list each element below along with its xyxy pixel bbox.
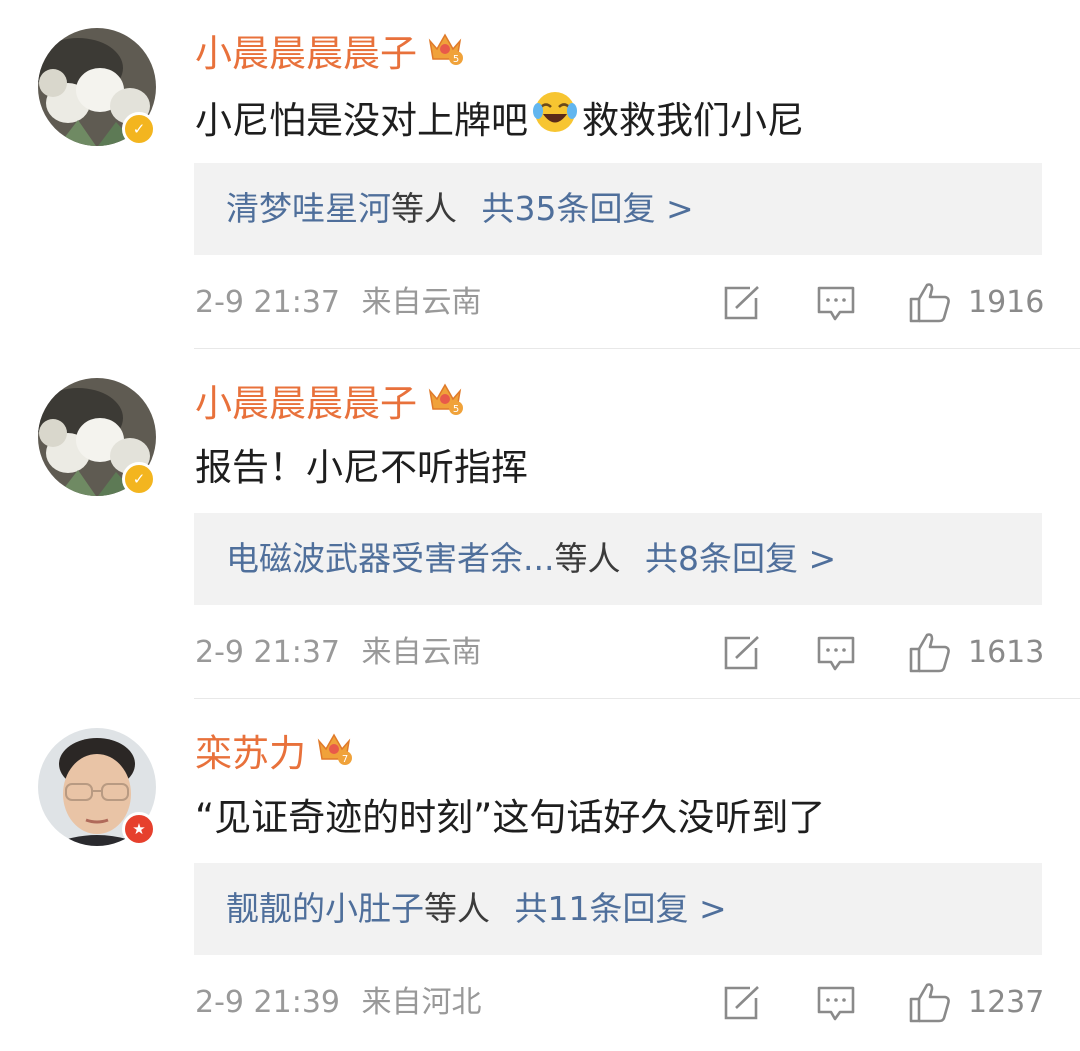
comment-meta: 2-9 21:39 来自河北 (195, 982, 482, 1024)
svg-text:7: 7 (342, 754, 348, 765)
reply-summary[interactable]: 清梦哇星河等人 共35条回复 > (194, 163, 1042, 255)
comment-time: 2-9 21:37 (195, 285, 340, 320)
like-icon[interactable] (908, 631, 952, 677)
comment-icon[interactable] (816, 984, 856, 1028)
like-icon[interactable] (908, 281, 952, 327)
comment-time: 2-9 21:39 (195, 985, 340, 1020)
svg-text:5: 5 (453, 54, 459, 65)
crown-vip-icon: 7 (314, 727, 354, 778)
reply-summary[interactable]: 靓靓的小肚子等人 共11条回复 > (194, 863, 1042, 955)
laugh-cry-emoji-icon (532, 89, 578, 148)
divider (194, 348, 1080, 349)
comment-location: 来自云南 (361, 635, 482, 670)
comment-location: 来自云南 (361, 285, 482, 320)
avatar[interactable]: ★ (38, 728, 156, 846)
comment-item: ★ 栾苏力 7 “见证奇迹的时刻”这句话好久没听到了 靓靓的小肚子等人 共11条… (0, 700, 1080, 1050)
avatar[interactable]: ✓ (38, 28, 156, 146)
reply-summary[interactable]: 电磁波武器受害者余...等人 共8条回复 > (194, 513, 1042, 605)
crown-vip-icon: 5 (425, 27, 465, 78)
comment-icon[interactable] (816, 634, 856, 678)
comment-text: 小尼怕是没对上牌吧 救救我们小尼 (195, 92, 804, 152)
avatar[interactable]: ✓ (38, 378, 156, 496)
comment-text: 报告！小尼不听指挥 (195, 446, 528, 489)
like-count: 1613 (968, 635, 1045, 670)
username[interactable]: 小晨晨晨晨子 5 (195, 380, 465, 431)
comment-location: 来自河北 (361, 985, 482, 1020)
comment-item: ✓ 小晨晨晨晨子 5 报告！小尼不听指挥 电磁波武器受害者余...等人 共8条回… (0, 350, 1080, 700)
like-count: 1916 (968, 285, 1045, 320)
comment-item: ✓ 小晨晨晨晨子 5 小尼怕是没对上牌吧 救救我们小尼 清梦哇星河等人 共35条… (0, 0, 1080, 350)
comment-text: “见证奇迹的时刻”这句话好久没听到了 (195, 796, 826, 839)
divider (194, 698, 1080, 699)
share-icon[interactable] (722, 984, 762, 1026)
like-count: 1237 (968, 985, 1045, 1020)
username[interactable]: 小晨晨晨晨子 5 (195, 30, 465, 81)
share-icon[interactable] (722, 634, 762, 676)
share-icon[interactable] (722, 284, 762, 326)
comment-meta: 2-9 21:37 来自云南 (195, 282, 482, 324)
username[interactable]: 栾苏力 7 (195, 730, 354, 781)
comment-meta: 2-9 21:37 来自云南 (195, 632, 482, 674)
like-icon[interactable] (908, 981, 952, 1027)
comment-time: 2-9 21:37 (195, 635, 340, 670)
crown-vip-icon: 5 (425, 377, 465, 428)
svg-text:5: 5 (453, 404, 459, 415)
verified-badge-icon: ✓ (122, 112, 156, 146)
comment-icon[interactable] (816, 284, 856, 328)
verified-badge-icon: ✓ (122, 462, 156, 496)
red-star-badge-icon: ★ (122, 812, 156, 846)
